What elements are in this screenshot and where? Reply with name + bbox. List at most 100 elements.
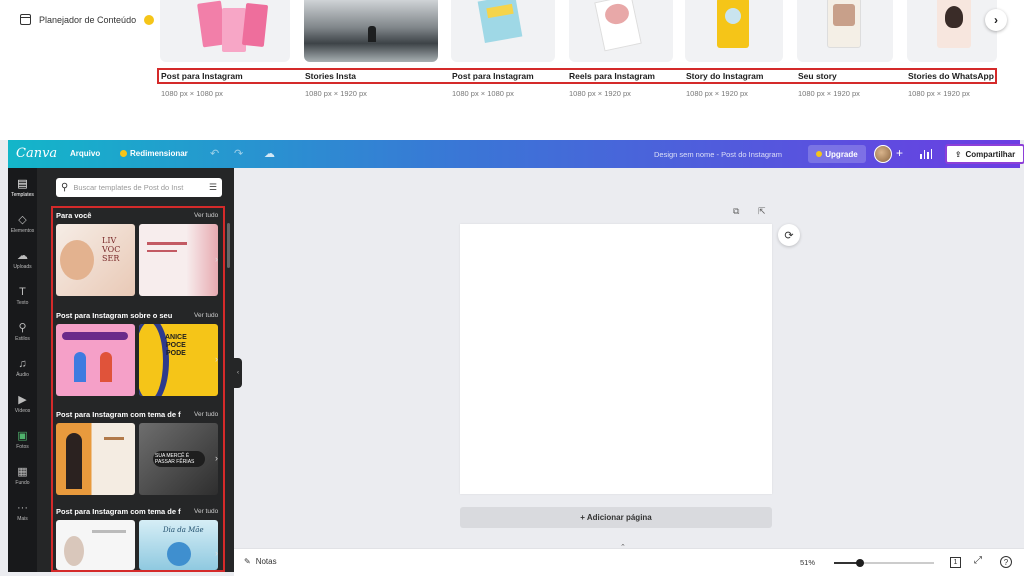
template-card[interactable]: SUA MERCÊ É PASSAR FÊRIAS xyxy=(139,423,218,495)
template-card-text: SUA MERCÊ É PASSAR FÊRIAS xyxy=(155,453,195,465)
template-title-0[interactable]: Post para Instagram xyxy=(161,71,243,81)
add-collaborator-icon[interactable]: + xyxy=(896,146,903,160)
template-thumb-1[interactable] xyxy=(304,0,438,62)
template-title-6[interactable]: Stories do WhatsApp xyxy=(908,71,994,81)
see-all-link[interactable]: Ver tudo xyxy=(194,312,218,319)
rail-item-videos[interactable]: ▶ Vídeos xyxy=(8,394,37,414)
template-thumb-6[interactable] xyxy=(907,0,997,62)
notes-icon: ✎ xyxy=(244,557,251,566)
section-title: Post para Instagram com tema de f xyxy=(56,410,181,419)
rail-label: Fundo xyxy=(15,480,30,486)
design-name[interactable]: Design sem nome - Post do Instagram xyxy=(654,150,782,159)
template-card[interactable] xyxy=(56,423,135,495)
template-title-2[interactable]: Post para Instagram xyxy=(452,71,534,81)
share-label: Compartilhar xyxy=(965,149,1016,159)
avatar[interactable] xyxy=(874,145,892,163)
chevron-right-icon[interactable]: › xyxy=(215,254,218,264)
template-card-text: Dia da Mãe xyxy=(163,526,204,534)
template-thumb-0[interactable] xyxy=(160,0,290,62)
upload-share-icon: ⇪ xyxy=(954,149,962,159)
rail-label: Elementos xyxy=(10,228,35,234)
cloud-save-icon[interactable]: ☁ xyxy=(264,147,275,160)
template-size-4: 1080 px × 1920 px xyxy=(686,89,748,98)
add-page-icon[interactable]: ⇱ xyxy=(758,206,766,217)
upgrade-button[interactable]: Upgrade xyxy=(808,145,866,163)
see-all-link[interactable]: Ver tudo xyxy=(194,212,218,219)
rail-item-audio[interactable]: ♫ Áudio xyxy=(8,358,37,378)
styles-icon: ⚲ xyxy=(18,322,27,334)
collapse-panel-button[interactable]: ‹ xyxy=(234,358,242,388)
template-card[interactable]: ANICE POCE PODE xyxy=(139,324,218,396)
zoom-slider-knob[interactable] xyxy=(855,559,864,567)
see-all-link[interactable]: Ver tudo xyxy=(194,411,218,418)
chevron-left-icon: ‹ xyxy=(237,370,239,376)
rail-item-templates[interactable]: ▤ Templates xyxy=(8,178,37,198)
rail-item-text[interactable]: T Texto xyxy=(8,286,37,306)
gallery-next-button[interactable]: › xyxy=(985,9,1007,31)
template-card[interactable]: Dia da Mãe xyxy=(139,520,218,570)
template-thumb-2[interactable] xyxy=(451,0,555,62)
rail-item-styles[interactable]: ⚲ Estilos xyxy=(8,322,37,342)
chevron-right-icon[interactable]: › xyxy=(215,354,218,364)
section-title: Post para Instagram sobre o seu xyxy=(56,311,173,320)
refresh-icon[interactable]: ⟳ xyxy=(778,224,800,246)
notes-button[interactable]: ✎ Notas xyxy=(244,557,277,566)
search-icon: ⚲ xyxy=(61,182,69,193)
template-size-0: 1080 px × 1080 px xyxy=(161,89,223,98)
duplicate-page-icon[interactable]: ⧉ xyxy=(733,206,739,217)
insights-icon[interactable] xyxy=(920,149,932,159)
rail-label: Mais xyxy=(17,516,28,522)
rail-label: Vídeos xyxy=(14,408,31,414)
template-thumb-3[interactable] xyxy=(569,0,673,62)
fullscreen-icon[interactable]: ⤢ xyxy=(974,555,982,566)
calendar-icon xyxy=(20,14,31,25)
share-button[interactable]: ⇪ Compartilhar xyxy=(945,144,1024,164)
redo-icon[interactable]: ↷ xyxy=(234,147,243,160)
template-card[interactable] xyxy=(139,224,218,296)
canva-logo[interactable]: Canva xyxy=(16,146,57,161)
template-title-4[interactable]: Story do Instagram xyxy=(686,71,763,81)
chevron-right-icon[interactable]: › xyxy=(215,453,218,463)
page-count[interactable]: 1 xyxy=(950,557,961,568)
zoom-level[interactable]: 51% xyxy=(800,558,815,567)
side-rail: ▤ Templates ◇ Elementos ☁ Uploads T Texto ⚲ E… xyxy=(8,168,37,572)
rail-label: Estilos xyxy=(15,336,30,342)
template-card[interactable]: LIV VOC SER xyxy=(56,224,135,296)
content-planner-link[interactable]: Planejador de Conteúdo xyxy=(20,14,155,25)
rail-item-uploads[interactable]: ☁ Uploads xyxy=(8,250,37,270)
rail-item-more[interactable]: ··· Mais xyxy=(8,502,37,522)
template-size-1: 1080 px × 1920 px xyxy=(305,89,367,98)
rail-label: Templates xyxy=(11,192,34,198)
rail-item-photos[interactable]: ▣ Fotos xyxy=(8,430,37,450)
template-card[interactable] xyxy=(56,520,135,570)
see-all-link[interactable]: Ver tudo xyxy=(194,508,218,515)
chevron-right-icon[interactable]: › xyxy=(215,548,218,558)
rail-item-background[interactable]: ▦ Fundo xyxy=(8,466,37,486)
filter-icon[interactable]: ☰ xyxy=(209,182,217,193)
template-card[interactable] xyxy=(56,324,135,396)
search-placeholder: Buscar templates de Post do Inst xyxy=(73,183,184,192)
editor-header: Canva Arquivo Redimensionar ↶ ↷ ☁ Design… xyxy=(8,140,1024,168)
template-size-6: 1080 px × 1920 px xyxy=(908,89,970,98)
video-icon: ▶ xyxy=(18,394,27,406)
resize-button[interactable]: Redimensionar xyxy=(120,149,188,158)
template-card-text: ANICE POCE PODE xyxy=(165,334,187,357)
file-menu-button[interactable]: Arquivo xyxy=(70,149,100,158)
section-title: Post para Instagram com tema de f xyxy=(56,507,181,516)
zoom-slider[interactable] xyxy=(834,559,934,567)
template-title-5[interactable]: Seu story xyxy=(798,71,837,81)
template-title-3[interactable]: Reels para Instagram xyxy=(569,71,655,81)
templates-icon: ▤ xyxy=(17,178,28,190)
panel-scrollbar[interactable] xyxy=(227,223,230,268)
undo-icon[interactable]: ↶ xyxy=(210,147,219,160)
template-card-text: LIV VOC SER xyxy=(102,236,121,263)
help-icon[interactable]: ? xyxy=(1000,556,1012,568)
rail-item-elements[interactable]: ◇ Elementos xyxy=(8,214,37,234)
template-thumb-4[interactable] xyxy=(685,0,783,62)
design-page[interactable] xyxy=(460,224,772,494)
template-search-field[interactable]: ⚲ Buscar templates de Post do Inst ☰ xyxy=(56,178,222,197)
caret-up-icon[interactable]: ⌃ xyxy=(620,543,626,551)
template-title-1[interactable]: Stories Insta xyxy=(305,71,356,81)
template-thumb-5[interactable] xyxy=(797,0,893,62)
add-page-button[interactable]: + Adicionar página xyxy=(460,507,772,528)
